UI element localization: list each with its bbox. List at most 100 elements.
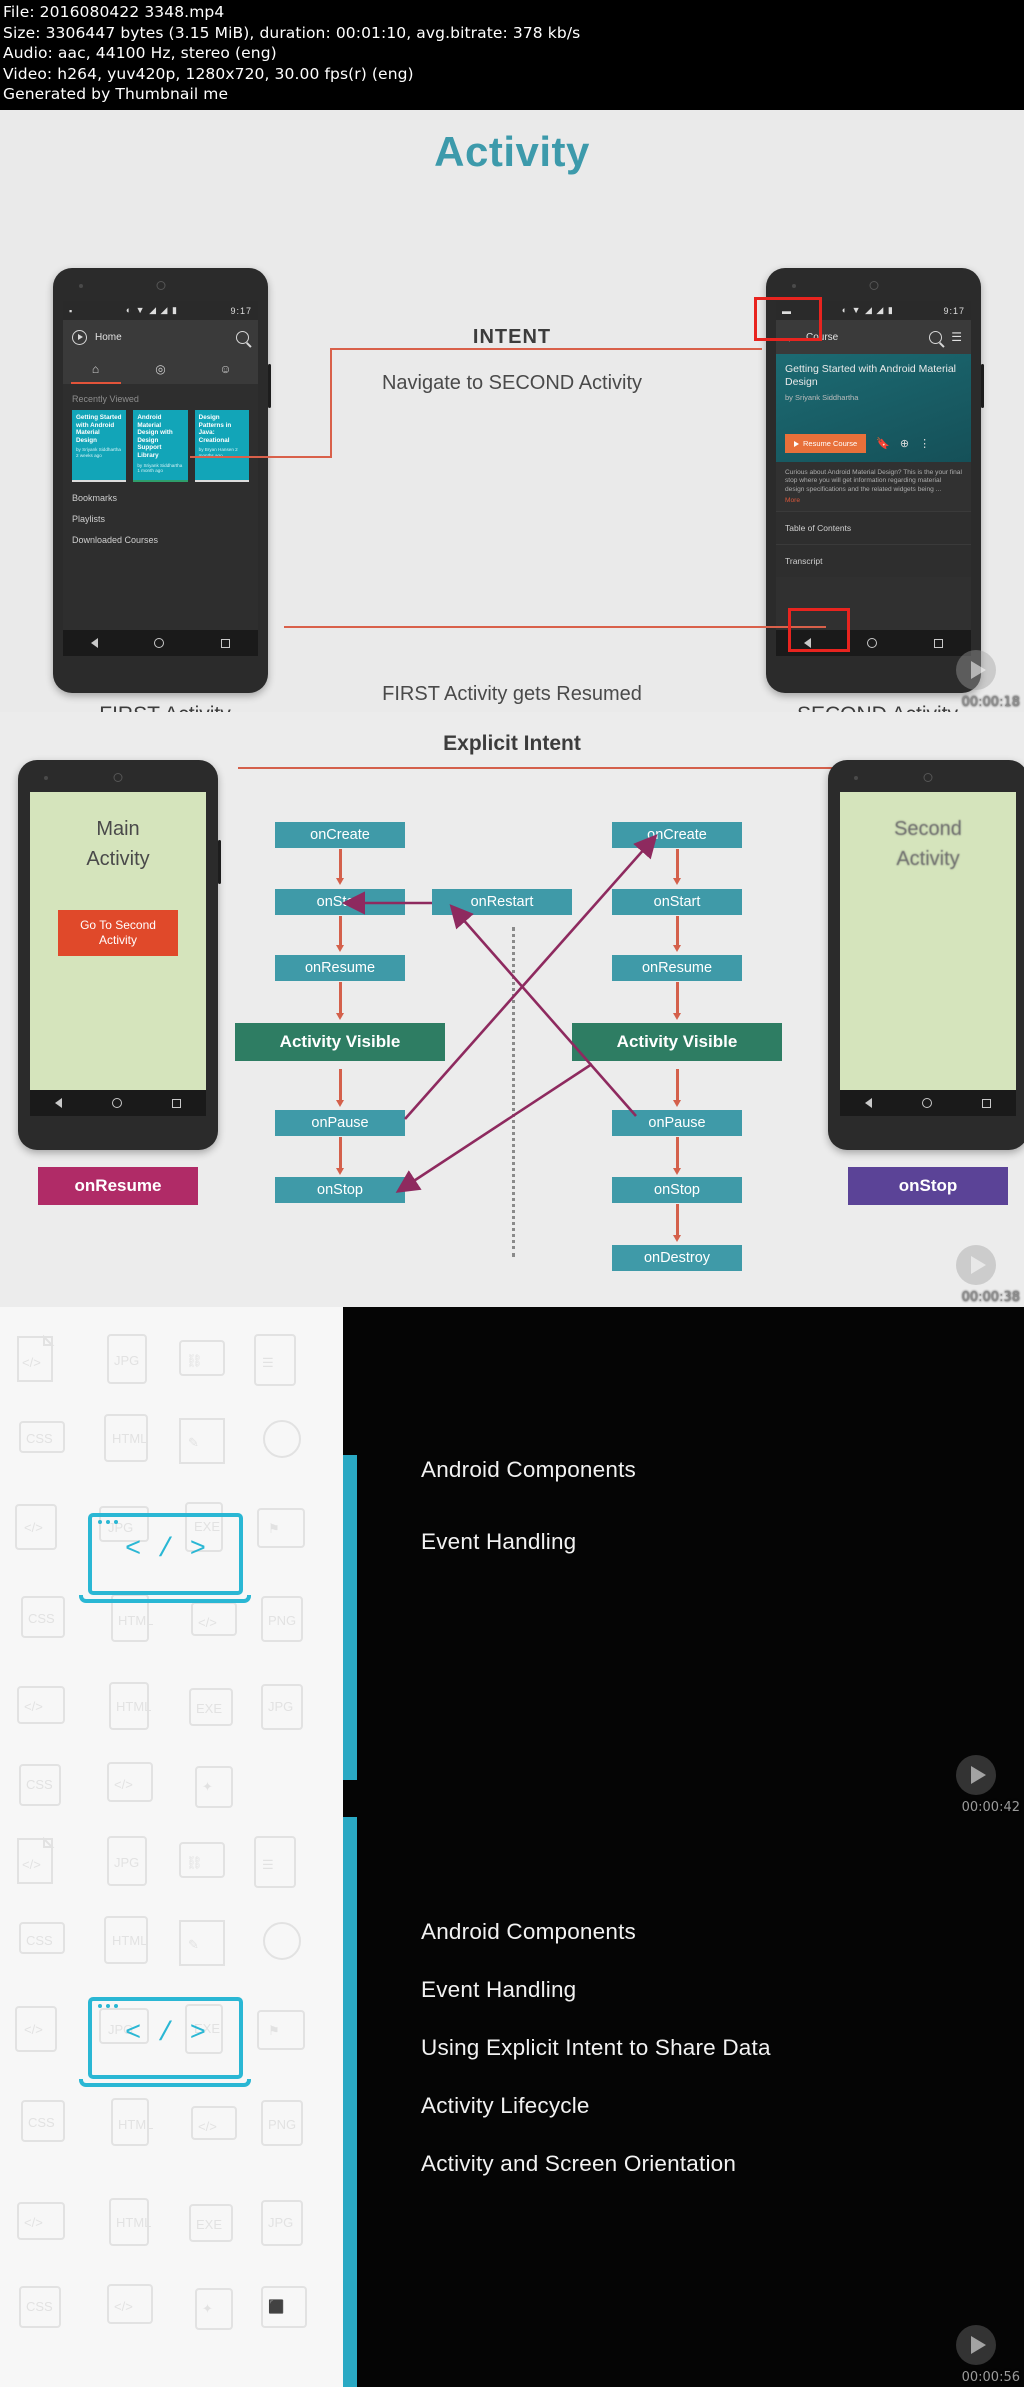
list-item: Activity Lifecycle	[421, 2093, 590, 2118]
android-nav-bar[interactable]	[63, 630, 258, 656]
list-item[interactable]: Table of Contents	[776, 511, 971, 545]
list-item[interactable]: Bookmarks	[63, 482, 258, 503]
thumbnail-frame-1[interactable]: Activity ▪ ◐ ▼ ◢ ◢ ▮ 9:17 Home ⌂ ◎ ☺ Rec…	[0, 110, 1024, 712]
course-progress-bar	[133, 480, 188, 482]
svg-text:CSS: CSS	[26, 2299, 53, 2314]
status-icons: ◐ ▼ ◢ ◢ ▮	[125, 305, 178, 315]
svg-text:</>: </>	[24, 2215, 43, 2230]
list-item: Using Explicit Intent to Share Data	[421, 2035, 771, 2060]
svg-text:JPG: JPG	[114, 1855, 139, 1870]
svg-text:CSS: CSS	[26, 1933, 53, 1948]
nav-back-icon[interactable]	[91, 638, 99, 648]
svg-text:✦: ✦	[202, 2301, 213, 2316]
laptop-code-glyph: < / >	[124, 2019, 206, 2049]
course-card[interactable]: Getting Started with Android Material De…	[72, 410, 127, 482]
accent-bar	[343, 1817, 357, 2387]
nav-home-icon[interactable]	[154, 638, 165, 648]
status-icons: ◐ ▼ ◢ ◢ ▮	[841, 305, 894, 315]
arrow-intent-vertical	[330, 348, 332, 458]
nav-home-icon[interactable]	[867, 638, 878, 648]
status-left-icon: ▪	[69, 305, 74, 316]
play-overlay-icon	[956, 650, 996, 690]
svg-text:HTML: HTML	[118, 1613, 153, 1628]
thumbnail-contact-sheet: Activity ▪ ◐ ▼ ◢ ◢ ▮ 9:17 Home ⌂ ◎ ☺ Rec…	[0, 110, 1024, 2387]
list-item[interactable]: Playlists	[63, 503, 258, 524]
course-card[interactable]: Android Material Design with Design Supp…	[133, 410, 188, 482]
svg-text:</>: </>	[24, 2022, 43, 2037]
svg-text:HTML: HTML	[116, 1699, 151, 1714]
course-card-title: Getting Started with Android Material De…	[76, 414, 122, 444]
phone-first-screen: ▪ ◐ ▼ ◢ ◢ ▮ 9:17 Home ⌂ ◎ ☺ Recently Vie…	[63, 301, 258, 656]
svg-text:</>: </>	[114, 2299, 133, 2314]
phone-camera-icon	[79, 284, 83, 288]
course-card[interactable]: Design Patterns in Java: Creational by B…	[194, 410, 249, 482]
arrow-resume-horizontal	[284, 626, 826, 628]
resume-course-button[interactable]: Resume Course	[785, 434, 867, 453]
course-card-title: Design Patterns in Java: Creational	[198, 414, 232, 444]
arrow-intent-horizontal-bottom	[190, 456, 332, 458]
doodle-pattern-panel: </> JPG ⛓ ☰ CSS HTML ✎ </> JPG EXE ⚑ CSS…	[0, 1307, 343, 1817]
svg-text:HTML: HTML	[112, 1431, 147, 1446]
agenda-slide: </> JPG ⛓ ☰ CSS HTML ✎ </> JPG EXE ⚑ CSS…	[0, 1817, 1024, 2387]
meta-audio: Audio: aac, 44100 Hz, stereo (eng)	[3, 44, 277, 62]
play-overlay-icon	[956, 1755, 996, 1795]
svg-text:PNG: PNG	[268, 1613, 296, 1628]
svg-text:</>: </>	[114, 1777, 133, 1792]
meta-video: Video: h264, yuv420p, 1280x720, 30.00 fp…	[3, 64, 414, 83]
svg-text:HTML: HTML	[118, 2117, 153, 2132]
svg-text:PNG: PNG	[268, 2117, 296, 2132]
course-description: Curious about Android Material Design? T…	[785, 469, 962, 493]
list-item: Activity and Screen Orientation	[421, 2151, 737, 2176]
caption-first-activity: FIRST Activity	[40, 703, 290, 712]
svg-text:HTML: HTML	[116, 2215, 151, 2230]
nav-recents-icon[interactable]	[933, 638, 943, 648]
svg-text:⬛: ⬛	[268, 2299, 284, 2314]
svg-text:CSS: CSS	[26, 1431, 53, 1446]
list-item[interactable]: Downloaded Courses	[63, 524, 258, 545]
laptop-dots	[98, 2004, 118, 2008]
phone-camera-icon	[792, 284, 796, 288]
thumbnail-frame-4[interactable]: </> JPG ⛓ ☰ CSS HTML ✎ </> JPG EXE ⚑ CSS…	[0, 1817, 1024, 2387]
video-metadata-header: File: 2016080422 3348.mp4 Size: 3306447 …	[0, 0, 1024, 110]
highlight-box-back-arrow	[754, 297, 822, 341]
laptop-code-icon: < / >	[79, 1513, 260, 1613]
thumbnail-frame-3[interactable]: </> JPG ⛓ ☰ CSS HTML ✎ </> JPG EXE ⚑ CSS…	[0, 1307, 1024, 1817]
svg-text:⚑: ⚑	[268, 2023, 280, 2038]
svg-text:JPG: JPG	[268, 1699, 293, 1714]
svg-text:⛓: ⛓	[186, 1855, 203, 1870]
agenda-list: Android Components Event Handling	[343, 1307, 1024, 1555]
meta-size: Size: 3306447 bytes (3.15 MiB), duration…	[3, 23, 581, 42]
laptop-code-icon: < / >	[79, 1997, 260, 2097]
list-item[interactable]: Transcript	[776, 544, 971, 578]
thumbnail-frame-2[interactable]: Explicit Intent Main Activity Go To Seco…	[0, 712, 1024, 1307]
course-progress-bar	[72, 480, 127, 482]
frame-timestamp: 00:00:42	[961, 1800, 1020, 1815]
course-card-meta: by Sriyank Siddhartha 2 weeks ago	[76, 447, 121, 458]
status-bar: ▪ ◐ ▼ ◢ ◢ ▮ 9:17	[63, 301, 258, 320]
agenda-content-panel: Android Components Event Handling	[343, 1307, 1024, 1817]
course-card-title: Android Material Design with Design Supp…	[137, 414, 173, 459]
bookmark-icon[interactable]: 🔖	[876, 437, 890, 450]
frame-timestamp: 00:00:56	[961, 2370, 1020, 2385]
laptop-code-glyph: < / >	[124, 1535, 206, 1565]
download-icon[interactable]: ⊕	[900, 437, 909, 450]
status-clock: 9:17	[943, 305, 965, 316]
svg-text:CSS: CSS	[28, 2115, 55, 2130]
frame-timestamp: 00:00:18	[961, 695, 1020, 710]
svg-text:</>: </>	[22, 1857, 41, 1872]
svg-text:</>: </>	[24, 1699, 43, 1714]
status-clock: 9:17	[230, 305, 252, 316]
svg-text:JPG: JPG	[268, 2215, 293, 2230]
svg-text:⚑: ⚑	[268, 1521, 280, 1536]
phone-speaker-icon	[869, 281, 878, 290]
laptop-base	[79, 1595, 251, 1603]
svg-text:☰: ☰	[262, 1355, 274, 1370]
play-overlay-icon	[956, 1245, 996, 1285]
overflow-menu-icon[interactable]: ⋮	[919, 437, 930, 450]
phone-speaker-icon	[156, 281, 165, 290]
more-link[interactable]: More	[785, 497, 962, 504]
accent-bar	[343, 1455, 357, 1780]
phone-first-content: Recently Viewed Getting Started with And…	[63, 384, 258, 656]
course-progress-bar	[194, 480, 249, 482]
nav-recents-icon[interactable]	[220, 638, 230, 648]
